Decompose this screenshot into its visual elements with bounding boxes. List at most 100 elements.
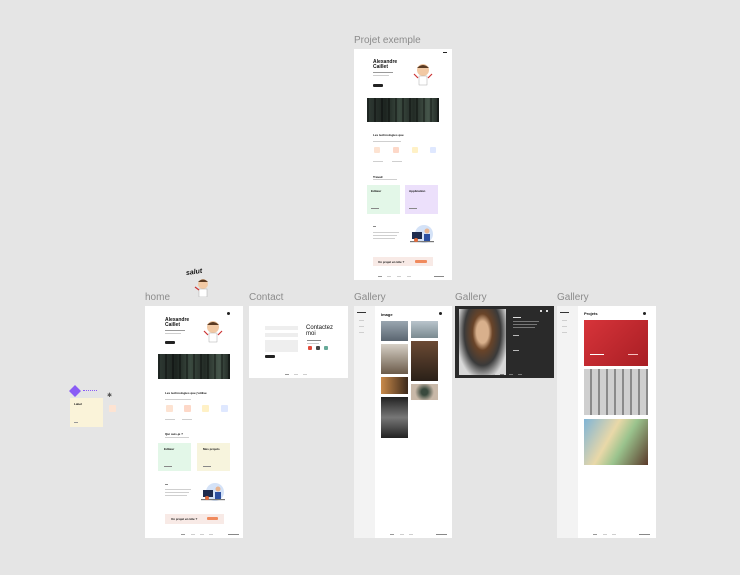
frame-gallery-detail[interactable] [455,306,554,378]
hero-button[interactable] [165,341,175,344]
banner-image [367,98,439,122]
footer-link[interactable] [509,374,513,375]
footer-link[interactable] [191,534,195,535]
tech-icon [166,405,173,412]
cta-button[interactable] [415,260,427,263]
hero-surname: Caillet [373,64,389,70]
frame-projet-exemple[interactable]: Alexandre Caillet Les technologies que T… [354,49,452,280]
frame-label-gallery-2[interactable]: Gallery [455,292,487,303]
footer-link[interactable] [593,534,597,535]
gallery-photo[interactable] [411,321,438,338]
email-field[interactable] [265,333,298,337]
cta-button[interactable] [207,517,218,520]
footer-link[interactable] [390,534,394,535]
sparkle-icon: ✱ [107,393,113,399]
close-icon[interactable] [540,310,542,312]
portrait-photo [459,309,506,375]
contact-email [307,340,321,341]
project-card[interactable] [584,369,648,415]
footer-link[interactable] [491,374,495,375]
project-card[interactable] [584,419,648,465]
salut-sticker[interactable]: salut [183,268,215,298]
sidebar [557,306,578,538]
section-text [165,437,189,438]
about-text [373,232,399,233]
card-editeur[interactable]: Editeur [367,185,400,214]
footer-link[interactable] [612,534,616,535]
sidebar-item[interactable] [359,332,364,333]
footer-link[interactable] [409,534,413,535]
hero-surname: Caillet [165,322,181,328]
tech-caption [165,419,175,420]
name-field[interactable] [265,326,298,330]
frame-contact[interactable]: Contactez moi [249,306,348,378]
card-application[interactable]: Application [405,185,438,214]
cta-banner[interactable]: Un projet en tête ? [373,257,433,266]
workspace-illustration [408,224,436,245]
sidebar [354,306,375,538]
footer-link[interactable] [603,534,607,535]
frame-gallery-image[interactable]: Image [354,306,452,538]
send-button[interactable] [265,355,275,358]
project-card[interactable] [584,320,648,366]
footer-link[interactable] [200,534,204,535]
gallery-photo[interactable] [381,321,408,341]
cta-banner[interactable]: Un projet en tête ? [165,514,224,524]
gallery-photo[interactable] [381,377,408,394]
sidebar-item[interactable] [562,326,567,327]
sidebar-item[interactable] [359,326,364,327]
component-widget[interactable]: ✱ Label [69,385,117,430]
sticker-text: salut [185,267,203,278]
frame-label-home[interactable]: home [145,292,170,303]
footer-link[interactable] [400,534,404,535]
menu-icon [439,312,442,315]
footer-link[interactable] [285,374,289,375]
gallery-photo[interactable] [381,397,408,438]
footer-link[interactable] [407,276,411,277]
hero-subtitle [373,75,389,76]
footer-link[interactable] [500,374,504,375]
frame-label-gallery-1[interactable]: Gallery [354,292,386,303]
message-field[interactable] [265,340,298,352]
card-mes-projets[interactable]: Mes projets [197,443,230,471]
tech-icon [430,147,436,153]
hero-button[interactable] [373,84,383,87]
frame-label-contact[interactable]: Contact [249,292,283,303]
frame-gallery-projets[interactable]: Projets [557,306,656,538]
menu-icon [227,312,230,315]
footer-link[interactable] [387,276,391,277]
sidebar-item[interactable] [562,320,567,321]
frame-label-gallery-3[interactable]: Gallery [557,292,589,303]
card-title: Editeur [164,447,175,451]
frame-home[interactable]: Alexandre Caillet Les technologies que j… [145,306,243,538]
section-title-skills: Les technologies que [373,133,404,137]
footer-link[interactable] [378,276,382,277]
gallery-photo[interactable] [381,344,408,374]
gallery-photo[interactable] [411,384,438,400]
gallery-photo[interactable] [411,341,438,381]
banner-image [158,354,230,379]
footer-link[interactable] [181,534,185,535]
footer-link[interactable] [303,374,307,375]
component-link [74,422,78,423]
footer-link[interactable] [397,276,401,277]
about-label [373,226,376,227]
about-label [165,484,168,485]
tech-caption [182,419,192,420]
detail-title [513,317,521,318]
footer-link[interactable] [209,534,213,535]
footer-link[interactable] [518,374,522,375]
social-icon[interactable] [316,346,320,350]
sidebar-logo [357,312,366,313]
footer-link[interactable] [294,374,298,375]
frame-label-projet[interactable]: Projet exemple [354,35,421,46]
card-editeur[interactable]: Editeur [158,443,191,471]
social-icon[interactable] [324,346,328,350]
social-icon[interactable] [308,346,312,350]
sidebar-item[interactable] [359,320,364,321]
about-text [373,238,395,239]
component-card[interactable]: Label [70,398,103,427]
share-icon[interactable] [546,310,548,312]
sidebar-item[interactable] [562,332,567,333]
component-swatch[interactable] [109,405,116,412]
